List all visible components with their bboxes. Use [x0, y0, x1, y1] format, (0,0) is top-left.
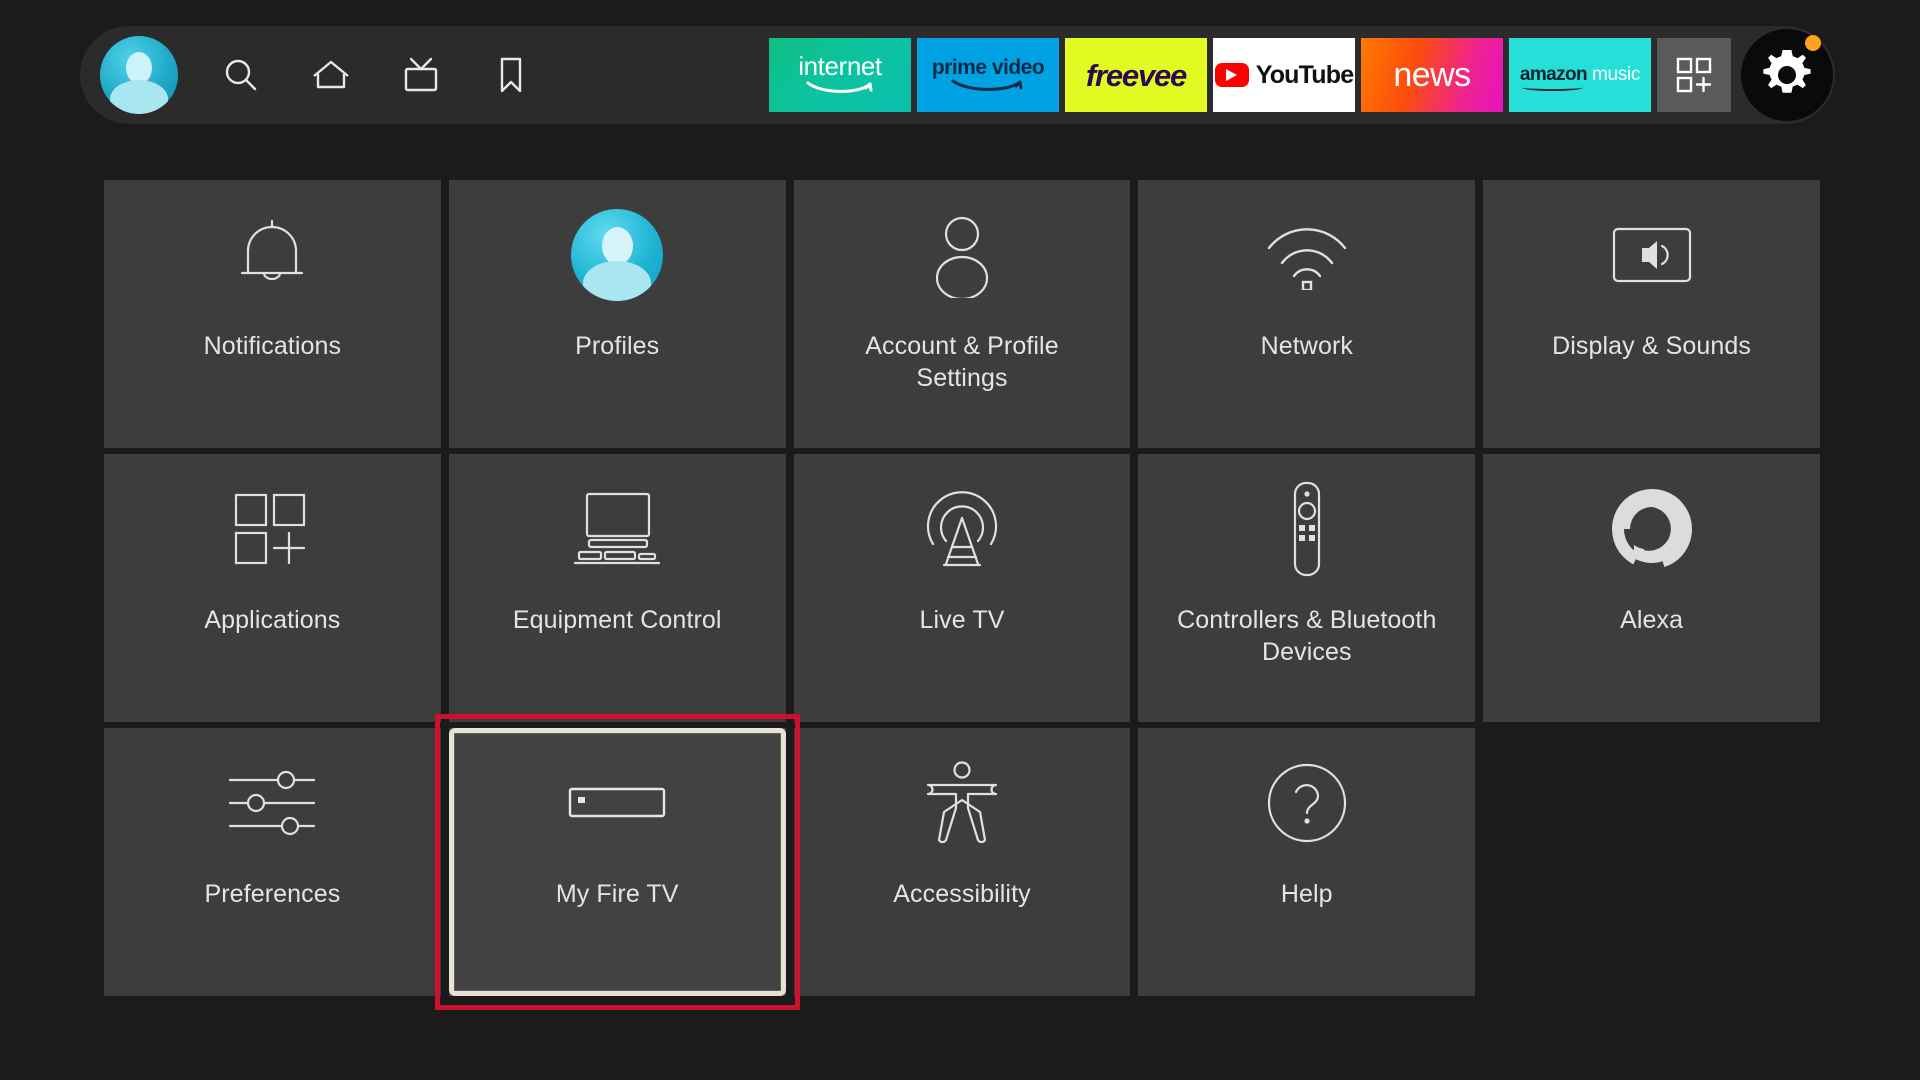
display-sound-icon — [1483, 180, 1820, 330]
settings-tile-preferences[interactable]: Preferences — [104, 728, 441, 996]
app-amazon-music-label-primary: amazon — [1519, 64, 1588, 91]
settings-tile-account-profile-settings[interactable]: Account & Profile Settings — [793, 180, 1131, 448]
amazon-smile-icon — [951, 79, 1023, 91]
help-question-icon — [1138, 728, 1475, 878]
avatar-body — [583, 261, 652, 301]
app-internet[interactable]: internet — [769, 38, 911, 112]
settings-gear-button[interactable] — [1741, 29, 1833, 121]
tile-label: Account & Profile Settings — [865, 332, 1059, 392]
app-internet-label: internet — [798, 51, 882, 81]
settings-tile-accessibility[interactable]: Accessibility — [793, 728, 1131, 996]
tile-label: Notifications — [203, 332, 342, 360]
app-freevee-label: freevee — [1085, 57, 1187, 93]
app-grid-button[interactable] — [1657, 38, 1731, 112]
avatar-head — [602, 227, 634, 265]
user-avatar[interactable] — [100, 36, 178, 114]
tile-label: Controllers & Bluetooth Devices — [1177, 606, 1437, 666]
tile-label: Preferences — [204, 880, 341, 908]
live-tv-icon[interactable] — [394, 48, 448, 102]
avatar-body — [110, 80, 168, 114]
app-news[interactable]: news — [1361, 38, 1503, 112]
fire-tv-settings-screen: internet prime video freevee YouTube new… — [0, 0, 1920, 1080]
profile-avatar-icon — [449, 180, 786, 330]
app-amazon-music-label-secondary: music — [1592, 64, 1641, 85]
settings-tile-controllers-bluetooth[interactable]: Controllers & Bluetooth Devices — [1138, 454, 1476, 722]
app-youtube[interactable]: YouTube — [1213, 38, 1355, 112]
applications-grid-icon — [104, 454, 441, 604]
app-youtube-label: YouTube — [1255, 60, 1354, 89]
settings-notification-badge — [1805, 35, 1821, 51]
settings-tile-notifications[interactable]: Notifications — [104, 180, 441, 448]
tile-label: Live TV — [919, 606, 1005, 634]
tile-label: My Fire TV — [555, 880, 679, 908]
tile-label: Network — [1260, 332, 1353, 360]
person-icon — [794, 180, 1131, 330]
tile-label: Equipment Control — [512, 606, 722, 634]
fire-tv-stick-icon — [449, 728, 786, 878]
gear-icon — [1763, 50, 1811, 93]
top-navigation-bar: internet prime video freevee YouTube new… — [80, 26, 1835, 124]
settings-tile-network[interactable]: Network — [1138, 180, 1476, 448]
broadcast-tower-icon — [794, 454, 1131, 604]
app-shortcut-tiles: internet prime video freevee YouTube new… — [769, 29, 1835, 121]
remote-control-icon — [1138, 454, 1475, 604]
settings-tile-equipment-control[interactable]: Equipment Control — [448, 454, 786, 722]
equipment-control-icon — [449, 454, 786, 604]
settings-tile-profiles[interactable]: Profiles — [448, 180, 786, 448]
settings-tile-grid: Notifications Profiles Account & Profile… — [104, 180, 1820, 1010]
tile-label: Applications — [204, 606, 341, 634]
sliders-icon — [104, 728, 441, 878]
app-amazon-music[interactable]: amazon music — [1509, 38, 1651, 112]
apps-plus-icon — [1676, 57, 1712, 93]
tile-label: Help — [1280, 880, 1333, 908]
tile-label: Profiles — [575, 332, 660, 360]
settings-tile-display-sounds[interactable]: Display & Sounds — [1483, 180, 1820, 448]
nav-icon-group — [80, 36, 538, 114]
search-icon[interactable] — [214, 48, 268, 102]
app-freevee[interactable]: freevee — [1065, 38, 1207, 112]
tile-label: Alexa — [1620, 606, 1684, 634]
youtube-play-icon — [1214, 63, 1249, 87]
settings-tile-help[interactable]: Help — [1138, 728, 1476, 996]
accessibility-icon — [794, 728, 1131, 878]
tile-label: Display & Sounds — [1552, 332, 1752, 360]
home-icon[interactable] — [304, 48, 358, 102]
bell-icon — [104, 180, 441, 330]
wifi-icon — [1138, 180, 1475, 330]
settings-tile-my-fire-tv[interactable]: My Fire TV — [434, 714, 800, 1010]
settings-tile-applications[interactable]: Applications — [104, 454, 441, 722]
tile-label: Accessibility — [893, 880, 1031, 908]
amazon-smile-icon — [806, 81, 873, 93]
app-prime-video-label: prime video — [931, 55, 1045, 79]
app-news-label: news — [1393, 56, 1471, 94]
alexa-ring-icon — [1483, 454, 1820, 604]
settings-tile-alexa[interactable]: Alexa — [1483, 454, 1820, 722]
bookmark-icon[interactable] — [484, 48, 538, 102]
app-prime-video[interactable]: prime video — [917, 38, 1059, 112]
settings-tile-live-tv[interactable]: Live TV — [793, 454, 1131, 722]
